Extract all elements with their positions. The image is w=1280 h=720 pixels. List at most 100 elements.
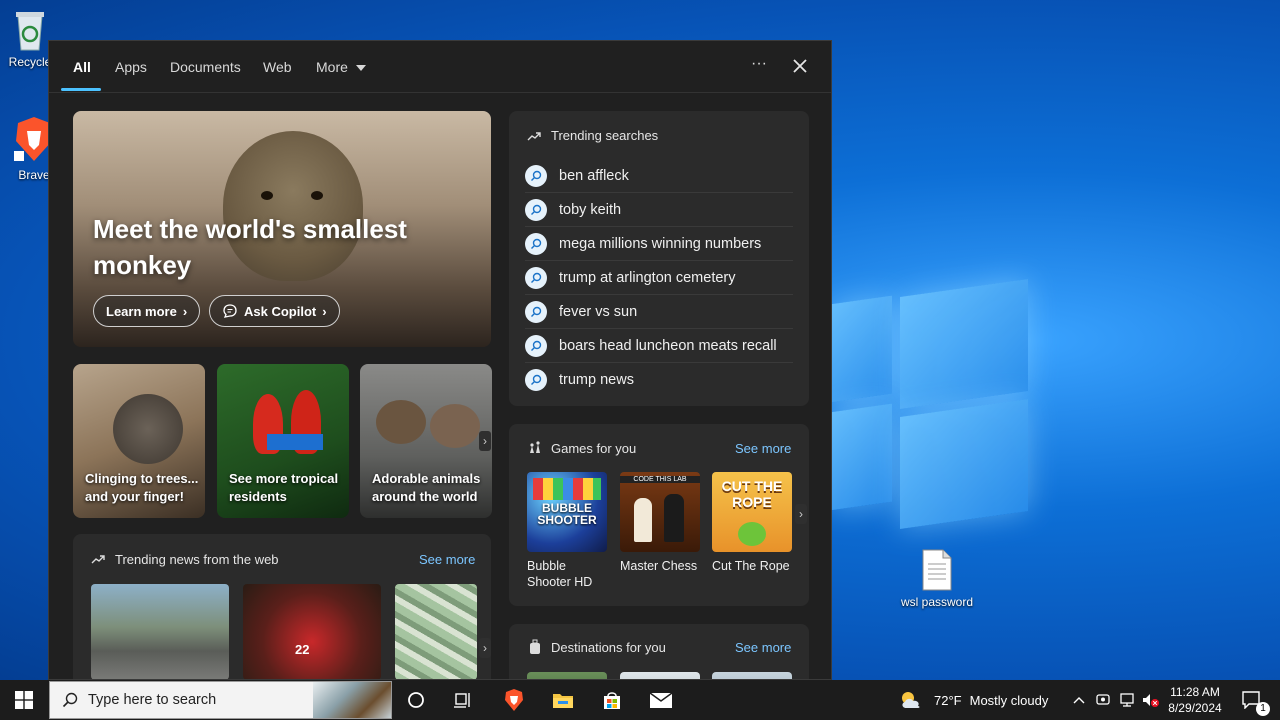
news-thumbnail[interactable]: [395, 584, 477, 679]
taskbar-file-explorer[interactable]: [543, 680, 583, 720]
start-button[interactable]: [0, 680, 48, 720]
task-view-button[interactable]: [443, 680, 483, 720]
section-title: Trending news from the web: [115, 552, 279, 567]
trending-list: ben affleck toby keith mega millions win…: [509, 159, 809, 399]
text-file-icon: [922, 549, 952, 591]
windows-logo-wallpaper: [830, 279, 1030, 529]
card-adorable-animals[interactable]: Adorable animals around the world: [360, 364, 492, 518]
search-tabs: All Apps Documents Web More ···: [49, 41, 831, 93]
windows-start-icon: [15, 691, 33, 709]
trending-item-label: fever vs sun: [559, 303, 638, 320]
search-highlight-image: [313, 682, 391, 718]
trending-item[interactable]: ben affleck: [525, 159, 793, 193]
ellipsis-icon[interactable]: ···: [747, 55, 771, 79]
games-next-arrow[interactable]: ›: [795, 504, 807, 524]
desktop-recycle-bin[interactable]: Recycle: [6, 6, 54, 69]
section-title: Games for you: [551, 441, 637, 456]
luggage-icon: [530, 639, 540, 654]
hero-banner[interactable]: Meet the world's smallest monkey Learn m…: [73, 111, 491, 347]
task-view-cortana-button[interactable]: [396, 680, 436, 720]
show-hidden-icons-button[interactable]: [1070, 680, 1088, 720]
taskbar-search-box[interactable]: Type here to search: [49, 681, 392, 719]
destination-thumbnail[interactable]: [712, 672, 792, 679]
cortana-circle-icon: [408, 692, 424, 708]
tab-documents[interactable]: Documents: [170, 59, 241, 75]
tray-meet-now[interactable]: [1092, 680, 1114, 720]
card-tropical-parrots[interactable]: See more tropical residents: [217, 364, 349, 518]
games-see-more-link[interactable]: See more: [735, 441, 791, 456]
news-see-more-link[interactable]: See more: [419, 552, 475, 567]
destinations-see-more-link[interactable]: See more: [735, 640, 791, 655]
taskbar-brave[interactable]: [494, 680, 534, 720]
tray-volume[interactable]: [1140, 680, 1162, 720]
ask-copilot-label: Ask Copilot: [244, 303, 317, 319]
game-master-chess[interactable]: CODE THIS LAB Master Chess: [620, 472, 700, 574]
tab-more-label: More: [316, 59, 348, 75]
game-bubble-shooter[interactable]: BUBBLE SHOOTER Bubble Shooter HD: [527, 472, 607, 590]
game-name: Master Chess: [620, 559, 698, 573]
section-title: Destinations for you: [551, 640, 666, 655]
recycle-bin-icon: [16, 12, 44, 51]
trending-item[interactable]: trump news: [525, 363, 793, 397]
trending-item-label: ben affleck: [559, 167, 629, 184]
trending-item[interactable]: trump at arlington cemetery: [525, 261, 793, 295]
folder-icon: [553, 694, 573, 708]
game-thumbnail: BUBBLE SHOOTER: [527, 472, 607, 552]
network-icon: [1120, 693, 1134, 707]
game-thumbnail: CODE THIS LAB: [620, 472, 700, 552]
destination-thumbnail[interactable]: [527, 672, 607, 679]
search-icon: [525, 232, 547, 255]
card-image: [376, 400, 426, 444]
desktop-wsl-password-file[interactable]: wsl password: [898, 548, 976, 609]
cards-next-arrow[interactable]: ›: [479, 431, 491, 451]
close-icon[interactable]: [792, 58, 808, 74]
search-icon: [525, 266, 547, 289]
volume-muted-icon: [1143, 694, 1159, 707]
section-title: Trending searches: [551, 128, 659, 143]
games-section: Games for you See more BUBBLE SHOOTER Bu…: [509, 424, 809, 606]
tray-network[interactable]: [1116, 680, 1138, 720]
webcam-icon: [1096, 694, 1110, 705]
destination-thumbnail[interactable]: [620, 672, 700, 679]
store-icon: [604, 692, 620, 709]
chevron-right-icon: ›: [182, 303, 188, 319]
games-icon: [530, 441, 540, 453]
hero-title: Meet the world's smallest monkey: [93, 214, 407, 280]
chat-bubble-icon: [223, 304, 237, 318]
tab-all[interactable]: All: [73, 59, 91, 75]
trending-item[interactable]: boars head luncheon meats recall: [525, 329, 793, 363]
ask-copilot-button[interactable]: Ask Copilot ›: [209, 295, 340, 327]
action-center-button[interactable]: 1: [1232, 680, 1272, 720]
search-placeholder: Type here to search: [88, 692, 217, 708]
learn-more-button[interactable]: Learn more ›: [93, 295, 201, 327]
trending-arrow-icon: [91, 555, 105, 564]
trending-item[interactable]: fever vs sun: [525, 295, 793, 329]
news-thumbnail[interactable]: 22: [243, 584, 381, 679]
card-monkey-finger[interactable]: Clinging to trees... and your finger!: [73, 364, 205, 518]
caret-down-icon: [355, 65, 366, 72]
taskbar-mail[interactable]: [641, 680, 681, 720]
monkey-eye: [311, 191, 323, 200]
card-caption: Clinging to trees... and your finger!: [85, 471, 199, 504]
game-thumbnail: CUT THE ROPE: [712, 472, 792, 552]
active-tab-indicator: [61, 88, 101, 91]
game-name: Bubble Shooter HD: [527, 559, 593, 589]
news-next-arrow[interactable]: ›: [479, 638, 491, 658]
trending-news-section: Trending news from the web See more 22 ›: [73, 534, 491, 679]
tab-apps[interactable]: Apps: [115, 59, 147, 75]
game-cut-the-rope[interactable]: CUT THE ROPE Cut The Rope: [712, 472, 792, 574]
chevron-right-icon: ›: [322, 303, 327, 319]
tab-more[interactable]: More: [316, 59, 366, 75]
weather-widget[interactable]: 72°F Mostly cloudy: [898, 680, 1070, 720]
search-icon: [525, 164, 547, 187]
taskbar-store[interactable]: [592, 680, 632, 720]
brave-browser-icon: [505, 689, 523, 711]
clock[interactable]: 11:28 AM 8/29/2024: [1164, 680, 1226, 720]
tab-web[interactable]: Web: [263, 59, 292, 75]
news-thumbnail[interactable]: [91, 584, 229, 679]
trending-item[interactable]: mega millions winning numbers: [525, 227, 793, 261]
trending-item-label: trump news: [559, 372, 634, 388]
search-icon: [525, 198, 547, 221]
partly-cloudy-icon: [902, 692, 920, 708]
trending-item[interactable]: toby keith: [525, 193, 793, 227]
